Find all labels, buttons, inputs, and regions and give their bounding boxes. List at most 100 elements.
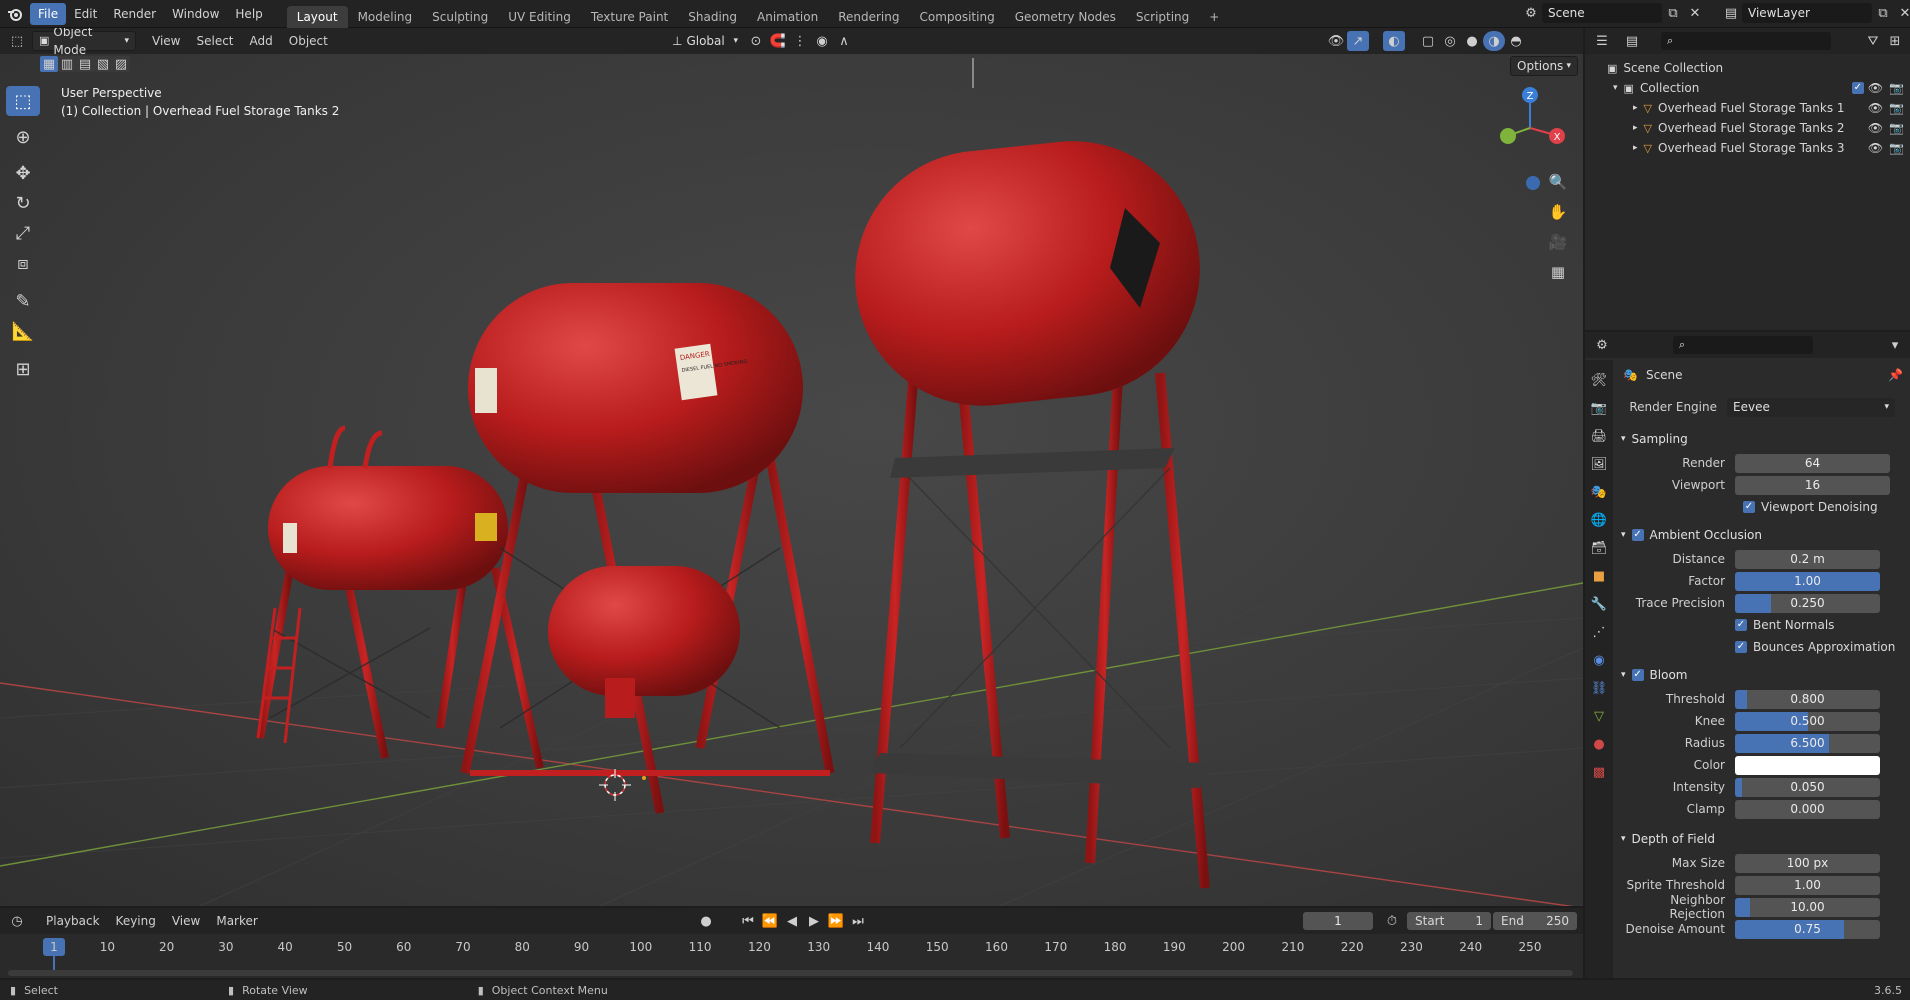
bent-normals-row[interactable]: ✓ Bent Normals xyxy=(1617,614,1907,636)
workspace-tab-texture-paint[interactable]: Texture Paint xyxy=(581,6,678,28)
object-tab-icon[interactable]: ■ xyxy=(1585,562,1613,590)
workspace-tab-modeling[interactable]: Modeling xyxy=(348,6,423,28)
proportional-edit-icon[interactable]: ◉ xyxy=(811,31,833,51)
measure-tool[interactable]: 📐 xyxy=(6,316,40,346)
viewport-denoising-checkbox[interactable]: ✓ xyxy=(1743,501,1755,513)
falloff-icon[interactable]: ∧ xyxy=(833,31,855,51)
options-dropdown[interactable]: Options ▾ xyxy=(1510,56,1578,76)
outliner-object-3[interactable]: ▸ ▽ Overhead Fuel Storage Tanks 3 👁 📷 xyxy=(1585,138,1910,158)
physics-tab-icon[interactable]: ◉ xyxy=(1585,646,1613,674)
dof-denoise-slider[interactable]: 0.75 xyxy=(1735,919,1880,939)
bloom-panel-header[interactable]: ▾ ✓ Bloom xyxy=(1617,662,1907,688)
ao-panel-header[interactable]: ▾ ✓ Ambient Occlusion xyxy=(1617,522,1907,548)
viewport-menu-view[interactable]: View xyxy=(144,34,188,48)
workspace-tab-geometry-nodes[interactable]: Geometry Nodes xyxy=(1005,6,1126,28)
viewport-menu-add[interactable]: Add xyxy=(242,34,281,48)
chevron-right-icon[interactable]: ▸ xyxy=(1633,143,1638,153)
select-subtract-icon[interactable]: ▤ xyxy=(76,56,94,72)
neg-z-handle[interactable] xyxy=(1526,176,1540,190)
material-preview-icon[interactable]: ◑ xyxy=(1483,31,1505,51)
data-tab-icon[interactable]: ▽ xyxy=(1585,702,1613,730)
menu-help[interactable]: Help xyxy=(227,3,270,25)
camera-render-icon[interactable]: 📷 xyxy=(1889,141,1904,155)
menu-render[interactable]: Render xyxy=(105,3,164,25)
duplicate-icon[interactable]: ⧉ xyxy=(1872,3,1894,23)
cursor-tool[interactable]: ⊕ xyxy=(6,122,40,152)
editor-type-icon[interactable]: ⬚ xyxy=(6,31,28,51)
chevron-right-icon[interactable]: ▸ xyxy=(1633,123,1638,133)
chevron-down-icon[interactable]: ▾ xyxy=(1884,335,1906,355)
modifier-tab-icon[interactable]: 🔧 xyxy=(1585,590,1613,618)
pivot-icon[interactable]: ⊙ xyxy=(745,31,767,51)
ao-distance-field[interactable]: 0.2 m xyxy=(1735,549,1880,569)
y-axis-handle[interactable] xyxy=(1500,128,1516,144)
dof-panel-header[interactable]: ▾ Depth of Field xyxy=(1617,826,1907,852)
render-engine-dropdown[interactable]: Eevee ▾ xyxy=(1727,397,1895,417)
ao-enable-checkbox[interactable]: ✓ xyxy=(1631,529,1644,541)
collection-tab-icon[interactable]: 🗃 xyxy=(1585,534,1613,562)
mode-dropdown[interactable]: ▣ Object Mode ▾ xyxy=(32,28,136,57)
timeline-scrollbar[interactable] xyxy=(8,970,1573,976)
sampling-render-field[interactable]: 64 xyxy=(1735,453,1890,473)
sampling-viewport-field[interactable]: 16 xyxy=(1735,475,1890,495)
scene-selector[interactable]: ⚙ Scene ⧉ ✕ xyxy=(1520,3,1706,23)
snap-icon[interactable]: 🧲 xyxy=(767,31,789,51)
solid-shading-icon[interactable]: ● xyxy=(1461,31,1483,51)
texture-tab-icon[interactable]: ▩ xyxy=(1585,758,1613,786)
dof-neighbor-slider[interactable]: 10.00 xyxy=(1735,897,1880,917)
camera-render-icon[interactable]: 📷 xyxy=(1889,121,1904,135)
filter-icon[interactable]: ⛛ xyxy=(1862,31,1884,51)
outliner-search-input[interactable]: ⌕ xyxy=(1661,32,1831,50)
bent-normals-checkbox[interactable]: ✓ xyxy=(1735,619,1747,631)
pan-hand-icon[interactable]: ✋ xyxy=(1544,198,1572,226)
ao-factor-slider[interactable]: 1.00 xyxy=(1735,571,1880,591)
wireframe-shading-icon[interactable]: ◎ xyxy=(1439,31,1461,51)
select-invert-icon[interactable]: ▧ xyxy=(94,56,112,72)
annotate-tool[interactable]: ✎ xyxy=(6,286,40,316)
select-box-tool[interactable]: ⬚ xyxy=(6,86,40,116)
gizmo-toggle-icon[interactable]: ↗ xyxy=(1347,31,1369,51)
blender-logo-icon[interactable] xyxy=(2,4,28,24)
eye-icon[interactable]: 👁 xyxy=(1868,81,1883,95)
duplicate-icon[interactable]: ⧉ xyxy=(1662,3,1684,23)
visibility-icon[interactable]: 👁 xyxy=(1325,31,1347,51)
camera-icon[interactable]: 🎥 xyxy=(1544,228,1572,256)
workspace-tab-compositing[interactable]: Compositing xyxy=(909,6,1004,28)
constraints-tab-icon[interactable]: ⛓ xyxy=(1585,674,1613,702)
bloom-enable-checkbox[interactable]: ✓ xyxy=(1631,669,1644,681)
menu-edit[interactable]: Edit xyxy=(66,3,105,25)
dof-sprite-field[interactable]: 1.00 xyxy=(1735,875,1880,895)
move-tool[interactable]: ✥ xyxy=(6,158,40,188)
xray-icon[interactable]: ▢ xyxy=(1417,31,1439,51)
workspace-tab-scripting[interactable]: Scripting xyxy=(1126,6,1199,28)
timeline-ruler[interactable]: 1 10 20 30 40 50 60 70 80 90 100 110 120 130 140 150 160… xyxy=(0,908,1583,978)
viewlayer-field[interactable]: ViewLayer xyxy=(1742,3,1872,23)
select-intersect-icon[interactable]: ▨ xyxy=(112,56,130,72)
pin-icon[interactable]: 📌 xyxy=(1888,368,1903,382)
rendered-shading-icon[interactable]: ◓ xyxy=(1505,31,1527,51)
outliner-object-2[interactable]: ▸ ▽ Overhead Fuel Storage Tanks 2 👁 📷 xyxy=(1585,118,1910,138)
bloom-intensity-slider[interactable]: 0.050 xyxy=(1735,777,1880,797)
sampling-panel-header[interactable]: ▾ Sampling xyxy=(1617,426,1907,452)
eye-icon[interactable]: 👁 xyxy=(1868,101,1883,115)
collection-exclude-checkbox[interactable]: ✓ xyxy=(1851,82,1864,94)
chevron-down-icon[interactable]: ▾ xyxy=(1613,83,1618,93)
rotate-tool[interactable]: ↻ xyxy=(6,188,40,218)
menu-file[interactable]: File xyxy=(30,2,67,25)
workspace-tab-sculpting[interactable]: Sculpting xyxy=(422,6,498,28)
bounces-approx-row[interactable]: ✓ Bounces Approximation xyxy=(1617,636,1907,658)
menu-window[interactable]: Window xyxy=(164,3,227,25)
select-new-icon[interactable]: ▦ xyxy=(40,56,58,72)
close-icon[interactable]: ✕ xyxy=(1684,3,1706,23)
transform-orientation-dropdown[interactable]: ⊥ Global ▾ xyxy=(665,31,745,51)
outliner-scene-collection[interactable]: ▣ Scene Collection xyxy=(1585,58,1910,78)
camera-render-icon[interactable]: 📷 xyxy=(1889,101,1904,115)
eye-icon[interactable]: 👁 xyxy=(1868,121,1883,135)
zoom-icon[interactable]: 🔍 xyxy=(1544,168,1572,196)
3d-viewport[interactable]: DANGER DIESEL FUEL NO SMOKING ⬚ ▣ Object… xyxy=(0,28,1583,906)
bounces-approx-checkbox[interactable]: ✓ xyxy=(1735,641,1747,653)
tool-tab-icon[interactable]: 🛠 xyxy=(1585,366,1613,394)
bloom-color-swatch[interactable] xyxy=(1735,755,1880,775)
viewport-menu-object[interactable]: Object xyxy=(281,34,336,48)
add-workspace-button[interactable]: + xyxy=(1199,6,1229,28)
